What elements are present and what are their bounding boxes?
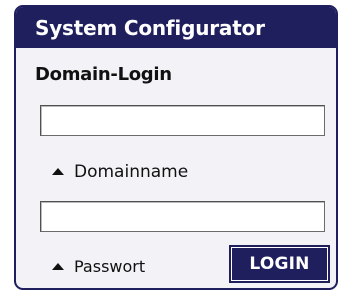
triangle-up-icon <box>52 262 64 270</box>
title-bar: System Configurator <box>16 7 336 48</box>
domain-name-input[interactable] <box>40 105 325 136</box>
password-input[interactable] <box>40 201 325 232</box>
password-label-row: Passwort <box>52 257 145 276</box>
login-button[interactable]: LOGIN <box>229 245 330 283</box>
domain-name-label: Domainname <box>74 162 189 182</box>
form-heading: Domain-Login <box>35 64 172 85</box>
password-label: Passwort <box>74 257 146 276</box>
login-panel: System Configurator Domain-Login Domainn… <box>14 5 338 290</box>
domain-name-label-row: Domainname <box>52 162 188 182</box>
triangle-up-icon <box>52 168 64 175</box>
window-title: System Configurator <box>35 15 265 40</box>
